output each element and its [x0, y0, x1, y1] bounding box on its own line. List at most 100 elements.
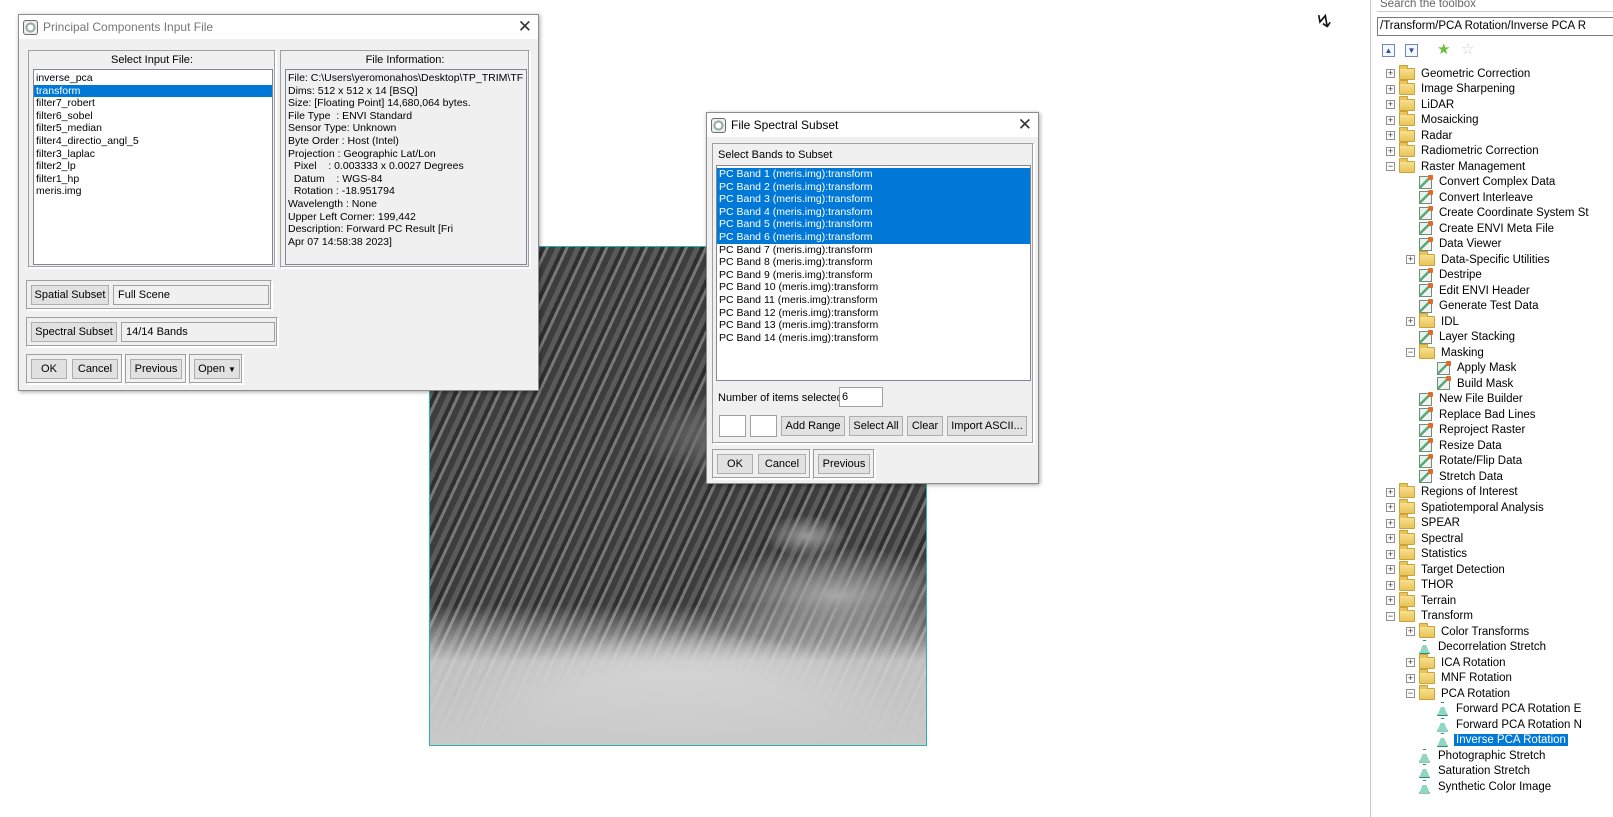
spectral-subset-button[interactable]: Spectral Subset: [31, 322, 117, 342]
tree-item[interactable]: Layer Stacking: [1419, 329, 1517, 345]
collapse-icon[interactable]: −: [1386, 611, 1395, 621]
tree-item[interactable]: + Statistics: [1386, 545, 1469, 562]
expand-icon[interactable]: +: [1386, 565, 1395, 574]
expand-icon[interactable]: +: [1386, 131, 1395, 140]
file-list-item[interactable]: filter5_median: [34, 122, 272, 135]
import-ascii-button[interactable]: Import ASCII...: [947, 416, 1027, 436]
tree-item[interactable]: Forward PCA Rotation N: [1437, 717, 1584, 732]
pca-dialog-titlebar[interactable]: Principal Components Input File: [19, 15, 538, 39]
tree-item[interactable]: Build Mask: [1437, 376, 1515, 391]
tree-item[interactable]: Resize Data: [1419, 438, 1504, 453]
tree-item[interactable]: + Image Sharpening: [1386, 80, 1517, 97]
input-file-list[interactable]: inverse_pca transform filter7_robert filter…: [33, 69, 273, 265]
band-list-item[interactable]: PC Band 5 (meris.img):transform: [717, 218, 1030, 231]
tree-item[interactable]: + Geometric Correction: [1386, 64, 1532, 81]
tree-item[interactable]: + Regions of Interest: [1386, 483, 1520, 500]
collapse-icon[interactable]: −: [1406, 348, 1415, 357]
tree-item[interactable]: + Radar: [1386, 126, 1454, 143]
tree-item[interactable]: Convert Complex Data: [1419, 174, 1557, 190]
tree-item[interactable]: Stretch Data: [1419, 469, 1505, 484]
spectral-dialog-titlebar[interactable]: File Spectral Subset: [707, 113, 1038, 137]
tree-item[interactable]: New File Builder: [1419, 391, 1525, 407]
band-list-item[interactable]: PC Band 10 (meris.img):transform: [717, 281, 1030, 294]
previous-button[interactable]: Previous: [130, 359, 182, 379]
band-list-item[interactable]: PC Band 12 (meris.img):transform: [717, 307, 1030, 320]
tree-item[interactable]: + Spectral: [1386, 529, 1465, 546]
toolbox-path-field[interactable]: /Transform/PCA Rotation/Inverse PCA R: [1377, 17, 1613, 36]
tree-item[interactable]: Convert Interleave: [1419, 190, 1535, 205]
tree-item[interactable]: Destripe: [1419, 267, 1484, 283]
tree-item[interactable]: + LiDAR: [1386, 95, 1456, 112]
band-list-item[interactable]: PC Band 1 (meris.img):transform: [717, 168, 1030, 181]
file-list-item[interactable]: filter4_directio_angl_5: [34, 135, 272, 148]
tree-item[interactable]: − Masking: [1406, 343, 1486, 360]
tree-item[interactable]: + ICA Rotation: [1406, 653, 1508, 670]
select-all-button[interactable]: Select All: [849, 416, 903, 436]
file-list-item[interactable]: filter2_lp: [34, 160, 272, 173]
band-list-item[interactable]: PC Band 13 (meris.img):transform: [717, 319, 1030, 332]
tree-item[interactable]: Create Coordinate System St: [1419, 205, 1591, 221]
file-list-item[interactable]: filter1_hp: [34, 173, 272, 186]
expand-icon[interactable]: +: [1386, 518, 1395, 528]
expand-icon[interactable]: +: [1386, 580, 1395, 590]
tree-item[interactable]: − Transform: [1386, 607, 1475, 624]
band-list-item[interactable]: PC Band 7 (meris.img):transform: [717, 244, 1030, 257]
tree-item[interactable]: Photographic Stretch: [1419, 748, 1547, 763]
band-list-item[interactable]: PC Band 8 (meris.img):transform: [717, 256, 1030, 269]
tree-item[interactable]: Generate Test Data: [1419, 298, 1541, 314]
cancel-button[interactable]: Cancel: [72, 359, 118, 379]
expand-icon[interactable]: +: [1406, 673, 1415, 683]
tree-item[interactable]: + Mosaicking: [1386, 111, 1481, 128]
tree-item[interactable]: + SPEAR: [1386, 514, 1462, 531]
band-list-item[interactable]: PC Band 6 (meris.img):transform: [717, 230, 1030, 244]
toolbox-search-input[interactable]: Search the toolbox: [1377, 0, 1613, 12]
expand-icon[interactable]: +: [1406, 255, 1415, 264]
file-list-item[interactable]: filter6_sobel: [34, 110, 272, 123]
tree-item[interactable]: Rotate/Flip Data: [1419, 453, 1524, 469]
band-list-item[interactable]: PC Band 3 (meris.img):transform: [717, 193, 1030, 206]
tree-item[interactable]: + THOR: [1386, 576, 1456, 593]
file-list-item[interactable]: inverse_pca: [34, 72, 272, 85]
expand-all-icon[interactable]: ▼: [1405, 44, 1418, 57]
expand-icon[interactable]: +: [1406, 317, 1415, 326]
expand-icon[interactable]: +: [1386, 534, 1395, 543]
band-list-item[interactable]: PC Band 2 (meris.img):transform: [717, 180, 1030, 194]
expand-icon[interactable]: +: [1386, 549, 1395, 559]
expand-icon[interactable]: +: [1386, 487, 1395, 497]
tree-item[interactable]: Reproject Raster: [1419, 422, 1527, 438]
expand-icon[interactable]: +: [1406, 627, 1415, 636]
spectral-ok-button[interactable]: OK: [717, 454, 753, 474]
spectral-previous-button[interactable]: Previous: [818, 454, 870, 474]
tree-item[interactable]: + Spatiotemporal Analysis: [1386, 498, 1546, 515]
band-list-item[interactable]: PC Band 14 (meris.img):transform: [717, 332, 1030, 345]
ok-button[interactable]: OK: [31, 359, 67, 379]
tree-item[interactable]: Forward PCA Rotation E: [1437, 702, 1583, 717]
tree-item[interactable]: Inverse PCA Rotation: [1437, 733, 1568, 748]
band-list[interactable]: PC Band 1 (meris.img):transform PC Band 2…: [716, 165, 1031, 381]
expand-icon[interactable]: +: [1386, 503, 1395, 512]
expand-icon[interactable]: +: [1386, 115, 1395, 125]
expand-icon[interactable]: +: [1386, 84, 1395, 94]
close-icon[interactable]: ✕: [518, 18, 532, 35]
file-list-item[interactable]: meris.img: [34, 185, 272, 198]
spatial-subset-button[interactable]: Spatial Subset: [31, 285, 109, 305]
expand-icon[interactable]: +: [1386, 596, 1395, 605]
tree-item[interactable]: Saturation Stretch: [1419, 764, 1532, 779]
tree-item[interactable]: + Data-Specific Utilities: [1406, 250, 1552, 267]
band-list-item[interactable]: PC Band 9 (meris.img):transform: [717, 269, 1030, 282]
tree-item[interactable]: + Target Detection: [1386, 560, 1507, 577]
tree-item[interactable]: − PCA Rotation: [1406, 684, 1512, 701]
tree-item[interactable]: + Radiometric Correction: [1386, 142, 1541, 159]
band-list-item[interactable]: PC Band 11 (meris.img):transform: [717, 294, 1030, 307]
tree-item[interactable]: + Terrain: [1386, 591, 1458, 608]
tree-item[interactable]: + Color Transforms: [1406, 622, 1531, 639]
file-list-item[interactable]: filter3_laplac: [34, 148, 272, 161]
tree-item[interactable]: + MNF Rotation: [1406, 669, 1514, 686]
tree-item[interactable]: Replace Bad Lines: [1419, 407, 1538, 422]
tree-item[interactable]: Data Viewer: [1419, 236, 1503, 252]
tree-item[interactable]: Decorrelation Stretch: [1419, 640, 1548, 655]
expand-icon[interactable]: +: [1386, 146, 1395, 156]
range-to-input[interactable]: [750, 415, 777, 437]
spectral-cancel-button[interactable]: Cancel: [758, 454, 806, 474]
tree-item[interactable]: Edit ENVI Header: [1419, 283, 1532, 298]
